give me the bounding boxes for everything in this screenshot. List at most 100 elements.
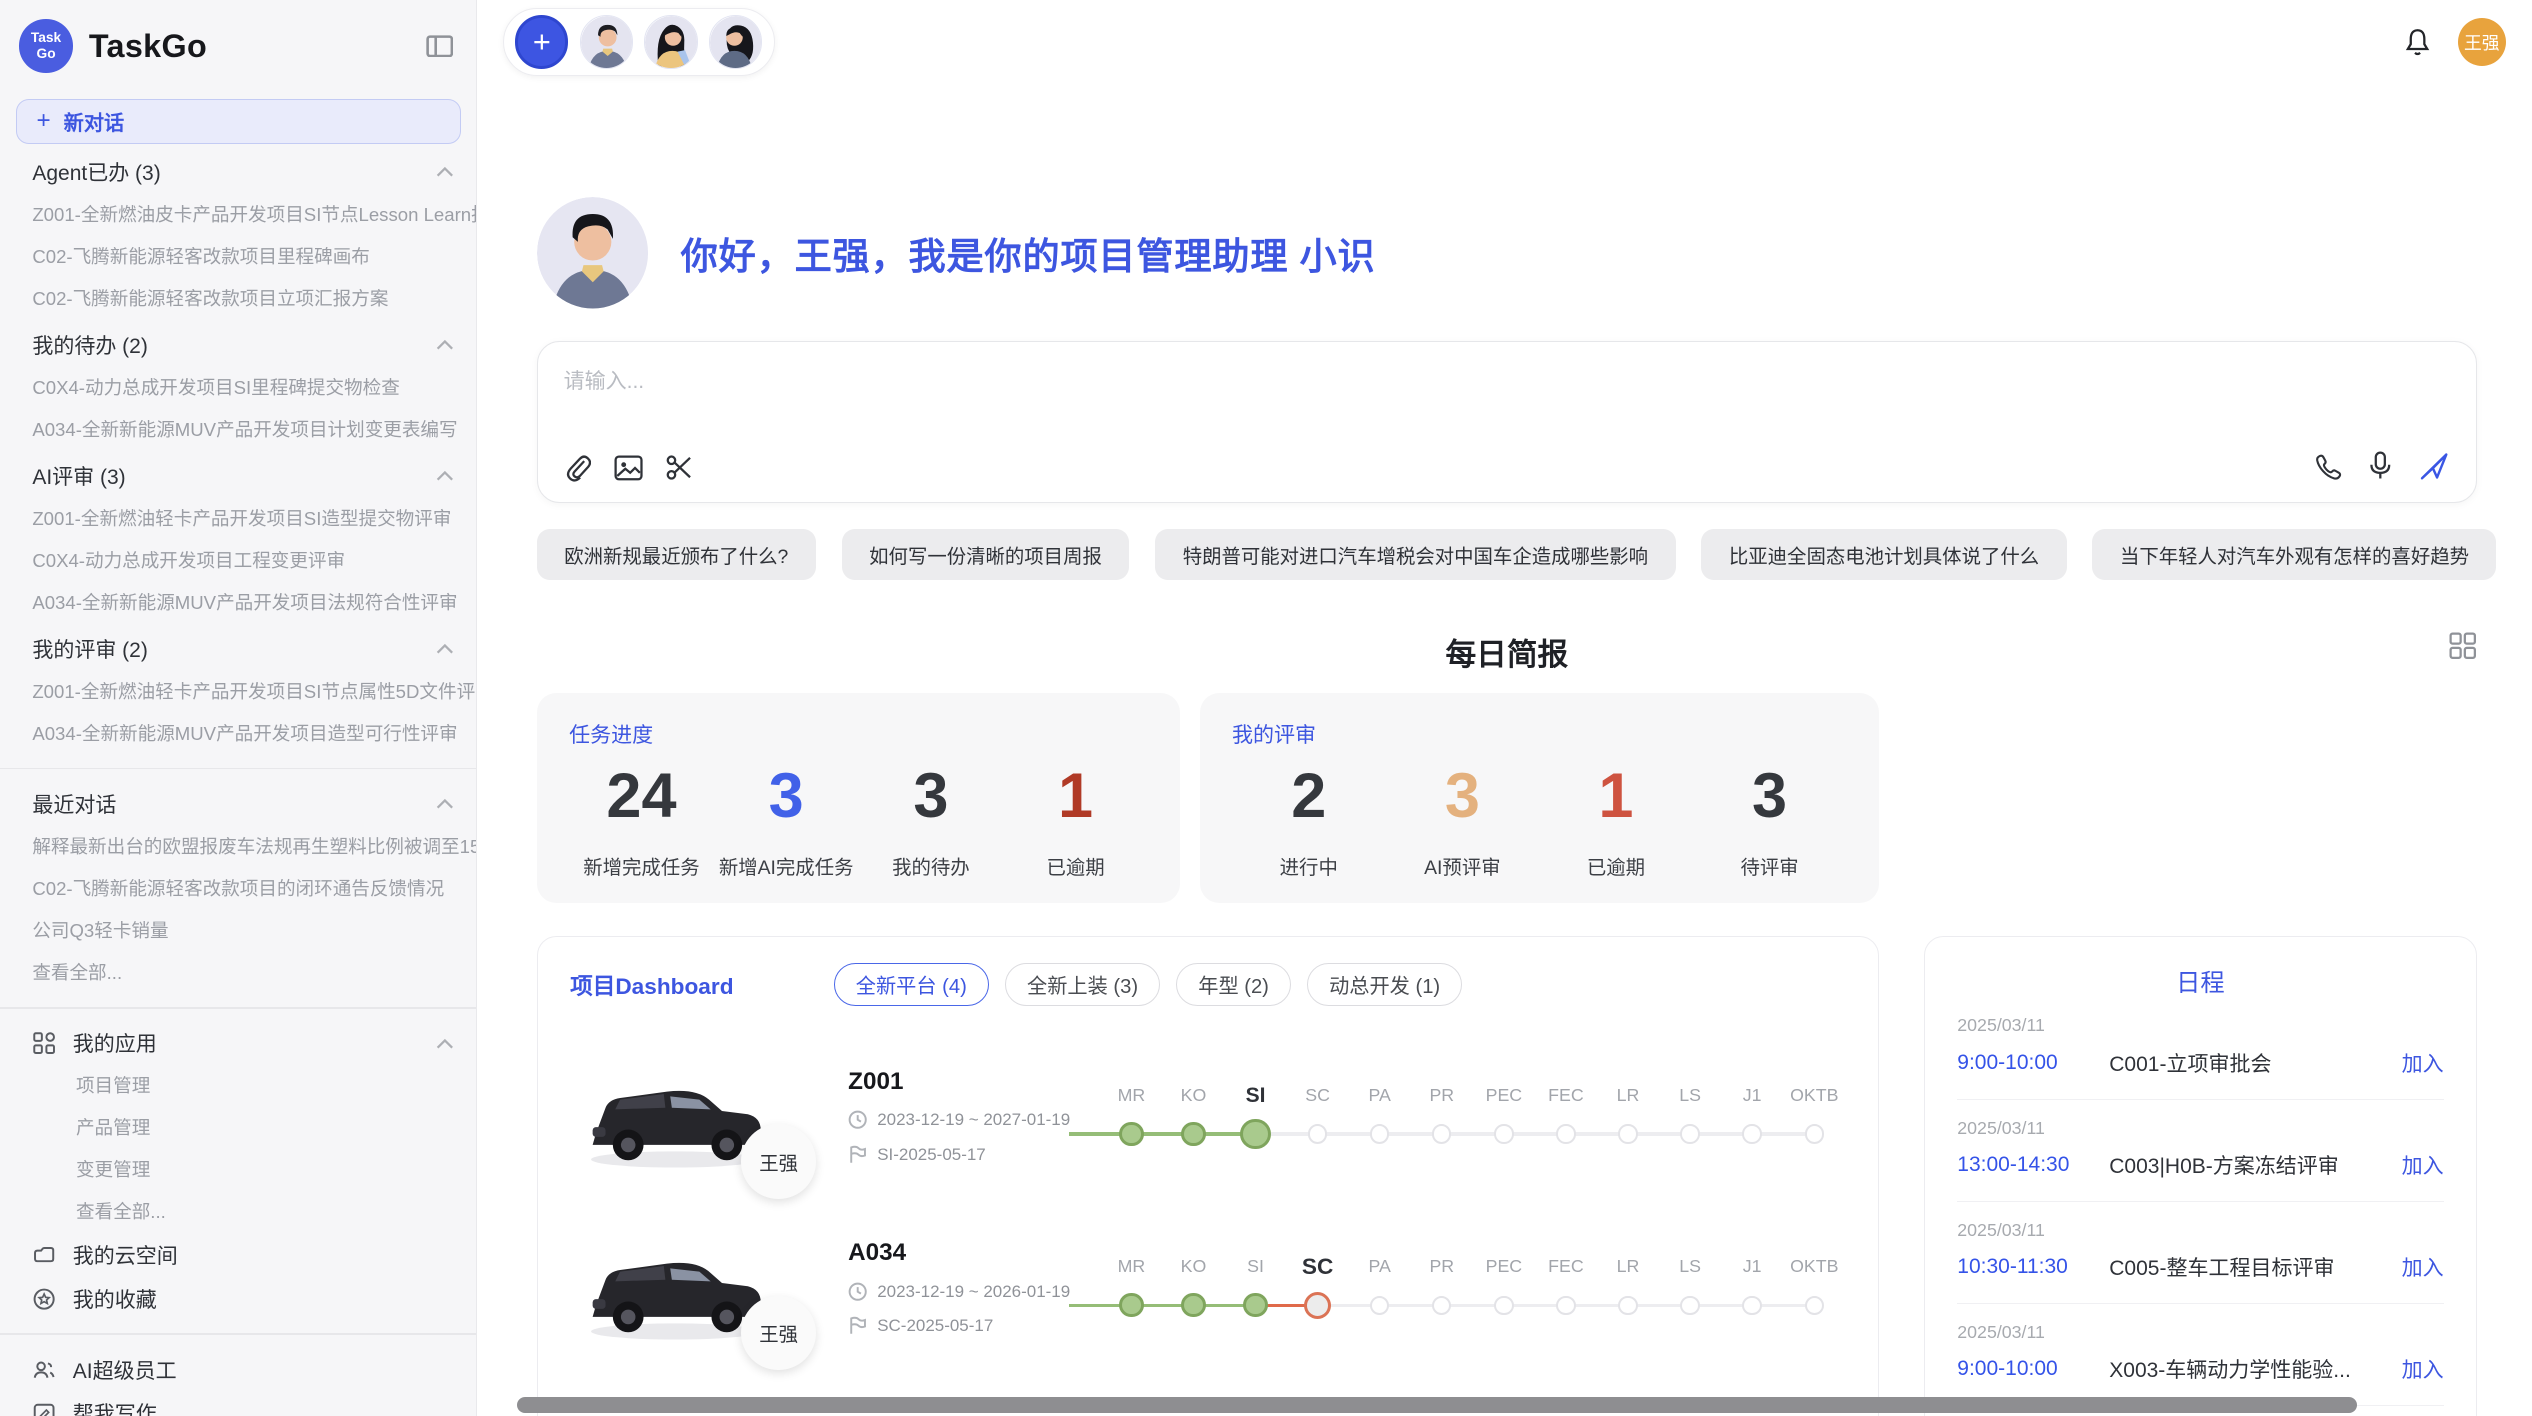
sidebar-section-header[interactable]: 最近对话 xyxy=(0,782,476,826)
stat: 1 已逾期 xyxy=(1539,762,1693,880)
suggestion-chip[interactable]: 当下年轻人对汽车外观有怎样的喜好趋势 xyxy=(2092,529,2496,581)
sidebar-item-write-for-me[interactable]: 帮我写作 xyxy=(0,1392,476,1416)
composer[interactable]: 请输入... xyxy=(537,341,2477,503)
my-apps-label: 我的应用 xyxy=(73,1028,157,1058)
milestone-label: SC xyxy=(1302,1252,1333,1281)
layout-toggle-button[interactable] xyxy=(2449,632,2476,659)
join-meeting-link[interactable]: 加入 xyxy=(2402,1354,2444,1384)
sidebar-item[interactable]: A034-全新新能源MUV产品开发项目计划变更表编写 xyxy=(0,409,476,451)
agent-avatar-1[interactable] xyxy=(580,15,633,68)
join-meeting-link[interactable]: 加入 xyxy=(2402,1252,2444,1282)
milestone-track: MR KO SI xyxy=(1100,1252,1845,1323)
join-meeting-link[interactable]: 加入 xyxy=(2402,1150,2444,1180)
project-row-z001[interactable]: 王强 Z001 2023-12-19 ~ 2027-01-19 SI-2025-… xyxy=(570,1042,1845,1191)
suggestion-chip[interactable]: 如何写一份清晰的项目周报 xyxy=(842,529,1130,581)
project-row-a034[interactable]: 王强 A034 2023-12-19 ~ 2026-01-19 SC-2025-… xyxy=(570,1213,1845,1362)
write-label: 帮我写作 xyxy=(73,1398,157,1416)
sidebar-section-header[interactable]: AI评审 (3) xyxy=(0,454,476,498)
assistant-avatar xyxy=(537,197,649,309)
schedule-date: 2025/03/11 xyxy=(1957,1015,2443,1036)
sidebar-collapse-button[interactable] xyxy=(426,35,453,58)
task-progress-title: 任务进度 xyxy=(569,719,1148,749)
sidebar-item[interactable]: C02-飞腾新能源轻客改款项目里程碑画布 xyxy=(0,236,476,278)
app-subitem[interactable]: 产品管理 xyxy=(0,1107,476,1149)
join-meeting-link[interactable]: 加入 xyxy=(2402,1048,2444,1078)
sidebar-section-header[interactable]: 我的待办 (2) xyxy=(0,323,476,367)
project-info: Z001 2023-12-19 ~ 2027-01-19 SI-2025-05-… xyxy=(848,1068,1094,1165)
stat-label: 新增AI完成任务 xyxy=(714,851,859,880)
milestone-label: KO xyxy=(1181,1081,1207,1110)
sidebar-item[interactable]: C0X4-动力总成开发项目工程变更评审 xyxy=(0,540,476,582)
voice-call-button[interactable] xyxy=(2314,452,2343,481)
sidebar-item[interactable]: 解释最新出台的欧盟报废车法规再生塑料比例被调至15%... xyxy=(0,826,476,868)
screenshot-button[interactable] xyxy=(665,453,694,482)
main-content: 你好，王强，我是你的项目管理助理 小识 请输入... xyxy=(477,197,2532,1416)
sidebar-item[interactable]: C0X4-动力总成开发项目SI里程碑提交物检查 xyxy=(0,367,476,409)
stat: 2 进行中 xyxy=(1232,762,1386,880)
milestone: SI xyxy=(1225,1081,1287,1152)
sidebar-item-cloud-space[interactable]: 我的云空间 xyxy=(0,1233,476,1277)
sidebar-section-ai-review: AI评审 (3) Z001-全新燃油轻卡产品开发项目SI造型提交物评审C0X4-… xyxy=(0,454,476,624)
milestone-dot xyxy=(1805,1296,1824,1315)
project-image: 王强 xyxy=(570,1056,780,1176)
dashboard-tab[interactable]: 全新上装 (3) xyxy=(1005,963,1160,1007)
dashboard-tab[interactable]: 动总开发 (1) xyxy=(1307,963,1462,1007)
stat-label: AI预评审 xyxy=(1386,851,1540,880)
sidebar-item[interactable]: C02-飞腾新能源轻客改款项目立项汇报方案 xyxy=(0,278,476,320)
voice-input-button[interactable] xyxy=(2369,451,2392,482)
new-chat-button[interactable]: + 新对话 xyxy=(16,99,461,144)
sidebar-item[interactable]: Z001-全新燃油皮卡产品开发项目SI节点Lesson Learn报告 xyxy=(0,194,476,236)
sidebar-item-my-apps[interactable]: 我的应用 xyxy=(0,1022,476,1066)
milestone-label: PEC xyxy=(1486,1252,1523,1281)
milestone-dot xyxy=(1494,1124,1513,1143)
sidebar-section-header[interactable]: Agent已办 (3) xyxy=(0,150,476,194)
user-avatar[interactable]: 王强 xyxy=(2458,18,2507,67)
notifications-button[interactable] xyxy=(2403,27,2432,58)
clock-icon xyxy=(848,1110,867,1129)
avatar-female-icon xyxy=(645,16,697,68)
sidebar-item-favorites[interactable]: 我的收藏 xyxy=(0,1277,476,1321)
sidebar-item[interactable]: A034-全新新能源MUV产品开发项目造型可行性评审 xyxy=(0,713,476,755)
dashboard-tab[interactable]: 全新平台 (4) xyxy=(834,963,989,1007)
suggestion-chip[interactable]: 欧洲新规最近颁布了什么? xyxy=(537,529,816,581)
project-owner-badge: 王强 xyxy=(741,1124,815,1198)
sidebar-item[interactable]: Z001-全新燃油轻卡产品开发项目SI节点属性5D文件评审 xyxy=(0,671,476,713)
sidebar-item[interactable]: 查看全部... xyxy=(0,952,476,994)
sidebar-item[interactable]: C02-飞腾新能源轻客改款项目的闭环通告反馈情况 xyxy=(0,868,476,910)
milestone-label: MR xyxy=(1118,1252,1146,1281)
chevron-up-icon xyxy=(436,1038,454,1049)
send-button[interactable] xyxy=(2418,450,2450,482)
milestone-dot xyxy=(1742,1296,1761,1315)
app-subitem[interactable]: 查看全部... xyxy=(0,1191,476,1233)
insert-image-button[interactable] xyxy=(614,455,643,481)
stat-value: 3 xyxy=(859,762,1004,831)
suggestion-chip[interactable]: 比亚迪全固态电池计划具体说了什么 xyxy=(1701,529,2066,581)
sidebar-item[interactable]: A034-全新新能源MUV产品开发项目法规符合性评审 xyxy=(0,582,476,624)
attach-file-button[interactable] xyxy=(564,453,591,482)
suggestion-chip[interactable]: 特朗普可能对进口汽车增税会对中国车企造成哪些影响 xyxy=(1155,529,1675,581)
app-subitem[interactable]: 变更管理 xyxy=(0,1149,476,1191)
milestone-label: J1 xyxy=(1743,1081,1762,1110)
bottom-row: 项目Dashboard 全新平台 (4)全新上装 (3)年型 (2)动总开发 (… xyxy=(537,936,2477,1416)
project-flag: SI-2025-05-17 xyxy=(848,1145,1094,1165)
topbar: + xyxy=(477,0,2532,78)
stat: 24 新增完成任务 xyxy=(569,762,714,880)
sidebar-section-header[interactable]: 我的评审 (2) xyxy=(0,627,476,671)
horizontal-scrollbar[interactable] xyxy=(517,1397,2357,1413)
add-agent-button[interactable]: + xyxy=(515,15,568,68)
sidebar-item[interactable]: 公司Q3轻卡销量 xyxy=(0,910,476,952)
sidebar-item-ai-staff[interactable]: AI超级员工 xyxy=(0,1348,476,1392)
schedule-row: 10:30-11:30 C005-整车工程目标评审 加入 xyxy=(1957,1252,2443,1282)
agent-avatar-2[interactable] xyxy=(644,15,697,68)
avatar-male-icon xyxy=(581,16,633,68)
main-area: + xyxy=(477,0,2532,1416)
milestone-dot xyxy=(1494,1296,1513,1315)
app-subitem[interactable]: 项目管理 xyxy=(0,1065,476,1107)
milestone: PA xyxy=(1349,1252,1411,1323)
sidebar-item[interactable]: Z001-全新燃油轻卡产品开发项目SI造型提交物评审 xyxy=(0,498,476,540)
my-review-card: 我的评审 2 进行中 3 AI预评审 xyxy=(1200,693,1879,903)
stat-label: 进行中 xyxy=(1232,851,1386,880)
dashboard-tab[interactable]: 年型 (2) xyxy=(1176,963,1291,1007)
stat-label: 我的待办 xyxy=(859,851,1004,880)
agent-avatar-3[interactable] xyxy=(709,15,762,68)
